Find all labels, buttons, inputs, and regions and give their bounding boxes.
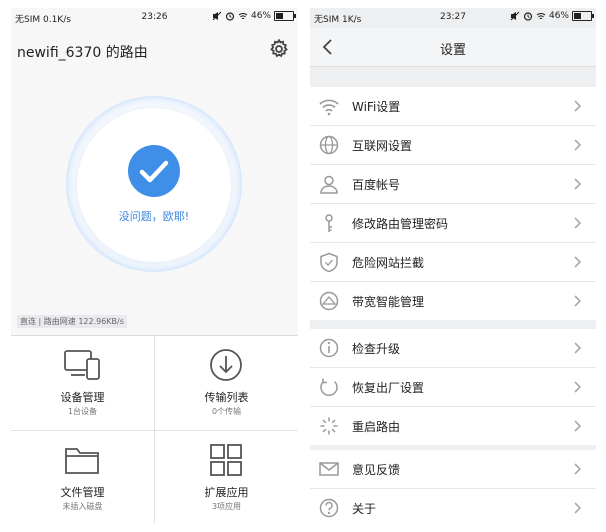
shield-icon xyxy=(320,252,338,272)
chevron-right-icon xyxy=(574,100,582,112)
status-bar: 无SIM 0.1K/s 23:26 46% xyxy=(11,8,298,28)
feature-grid: 设备管理 1台设备 传输列表 0个传输 文件管理 未插入磁盘 扩展应用 3项应用 xyxy=(11,335,298,524)
restore-icon xyxy=(320,378,338,397)
settings-group-misc: 意见反馈 关于 xyxy=(310,450,596,524)
wifi-signal-icon xyxy=(238,13,248,20)
help-icon xyxy=(319,498,339,518)
status-bar: 无SIM 1K/s 23:27 46% xyxy=(310,8,596,28)
download-icon xyxy=(210,349,242,381)
mute-icon xyxy=(212,11,222,21)
settings-row-label: 检查升级 xyxy=(352,342,401,356)
tile-title: 设备管理 xyxy=(60,391,105,404)
settings-row-label: 意见反馈 xyxy=(352,463,401,477)
settings-row[interactable]: 重启路由 xyxy=(310,407,596,445)
chevron-right-icon xyxy=(574,463,582,475)
info-icon xyxy=(319,338,339,358)
restart-icon xyxy=(320,417,338,435)
chevron-right-icon xyxy=(574,342,582,354)
battery-icon xyxy=(274,11,296,21)
chevron-right-icon xyxy=(574,295,582,307)
settings-row[interactable]: 意见反馈 xyxy=(310,450,596,489)
user-icon xyxy=(320,175,338,194)
battery-percent: 46% xyxy=(548,11,569,21)
settings-row-label: 恢复出厂设置 xyxy=(352,381,425,395)
key-icon xyxy=(325,214,333,232)
check-icon xyxy=(128,145,180,197)
settings-row-label: 重启路由 xyxy=(352,420,401,434)
globe-icon xyxy=(319,135,339,155)
tile-title: 扩展应用 xyxy=(204,486,249,499)
settings-row[interactable]: 修改路由管理密码 xyxy=(310,204,596,243)
settings-row[interactable]: 带宽智能管理 xyxy=(310,282,596,320)
mail-icon xyxy=(319,462,339,476)
settings-row[interactable]: WiFi设置 xyxy=(310,87,596,126)
alarm-icon xyxy=(225,12,235,21)
alarm-icon xyxy=(523,12,533,21)
tile-file-management[interactable]: 文件管理 未插入磁盘 xyxy=(11,431,154,524)
settings-group-router: WiFi设置 互联网设置百度帐号修改路由管理密码 危险网站拦截 带宽智能管理 xyxy=(310,87,596,320)
chevron-right-icon xyxy=(574,256,582,268)
settings-row[interactable]: 检查升级 xyxy=(310,329,596,368)
battery-level xyxy=(574,13,581,19)
chevron-right-icon xyxy=(574,139,582,151)
chevron-right-icon xyxy=(574,178,582,190)
page-title: 设置 xyxy=(439,43,466,58)
wifi-icon xyxy=(319,99,339,116)
router-name-title: newifi_6370 的路由 xyxy=(17,45,148,61)
settings-screen: 无SIM 1K/s 23:27 46% 设置 WiFi设置 互联网设置百度帐号修改… xyxy=(310,8,596,524)
battery-level xyxy=(276,13,283,19)
settings-row-label: 带宽智能管理 xyxy=(352,295,425,309)
chevron-right-icon xyxy=(574,420,582,432)
settings-group-system: 检查升级恢复出厂设置 重启路由 xyxy=(310,329,596,445)
tile-device-management[interactable]: 设备管理 1台设备 xyxy=(11,336,154,430)
tile-title: 传输列表 xyxy=(204,391,249,404)
folder-icon xyxy=(65,448,99,474)
gear-icon[interactable] xyxy=(268,38,290,60)
status-text: 没问题，欧耶! xyxy=(118,210,190,223)
settings-row-label: 百度帐号 xyxy=(352,178,401,192)
tile-subtitle: 1台设备 xyxy=(67,407,98,416)
settings-row-label: 关于 xyxy=(352,502,377,516)
tile-extended-apps[interactable]: 扩展应用 3项应用 xyxy=(155,431,298,524)
tile-transfer-list[interactable]: 传输列表 0个传输 xyxy=(155,336,298,430)
settings-header: 设置 xyxy=(310,28,596,67)
settings-row[interactable]: 互联网设置 xyxy=(310,126,596,165)
settings-row[interactable]: 恢复出厂设置 xyxy=(310,368,596,407)
wifi-signal-icon xyxy=(536,13,546,20)
bandwidth-icon xyxy=(319,291,339,311)
chevron-right-icon xyxy=(574,217,582,229)
battery-icon xyxy=(572,11,594,21)
tile-subtitle: 0个传输 xyxy=(211,407,242,416)
speed-indicator: 直连 | 路由网速 122.96KB/s xyxy=(17,315,127,328)
apps-grid-icon xyxy=(210,444,242,476)
battery-percent: 46% xyxy=(250,11,271,21)
mute-icon xyxy=(510,11,520,21)
tile-title: 文件管理 xyxy=(60,486,105,499)
settings-row-label: 互联网设置 xyxy=(352,139,413,153)
tile-subtitle: 未插入磁盘 xyxy=(62,502,103,511)
chevron-right-icon xyxy=(574,381,582,393)
settings-row-label: 危险网站拦截 xyxy=(352,256,425,270)
settings-row[interactable]: 关于 xyxy=(310,489,596,524)
router-home-screen: 无SIM 0.1K/s 23:26 46% newifi_6370 的路由 没问… xyxy=(11,8,298,524)
devices-icon xyxy=(64,350,100,380)
chevron-right-icon xyxy=(574,502,582,514)
settings-row-label: WiFi设置 xyxy=(352,100,401,114)
settings-row[interactable]: 危险网站拦截 xyxy=(310,243,596,282)
settings-row-label: 修改路由管理密码 xyxy=(352,217,449,231)
tile-subtitle: 3项应用 xyxy=(211,502,242,511)
settings-row[interactable]: 百度帐号 xyxy=(310,165,596,204)
